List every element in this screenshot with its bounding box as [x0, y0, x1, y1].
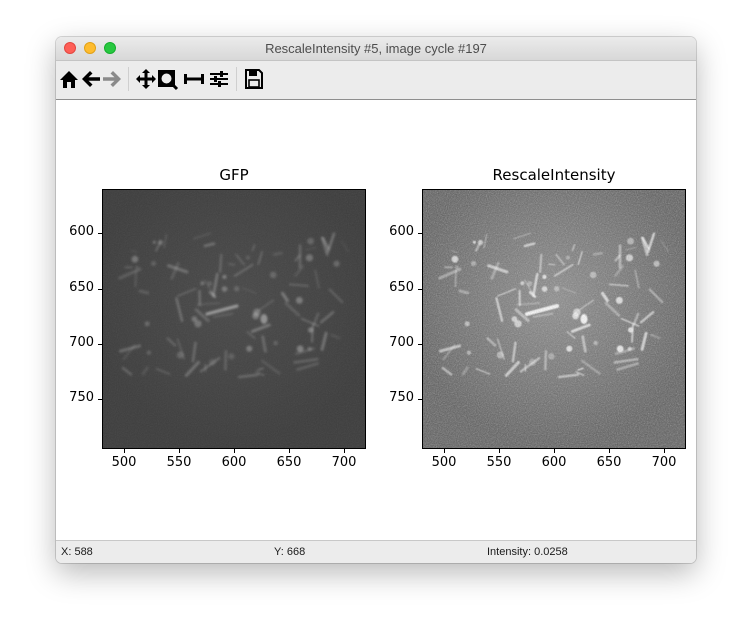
window-title: RescaleIntensity #5, image cycle #197 [265, 41, 487, 56]
x-tick-label: 500 [111, 455, 137, 470]
x-tick-label: 700 [331, 455, 357, 470]
microscopy-image [423, 190, 685, 448]
x-tick-label: 600 [541, 455, 567, 470]
x-tick-label: 500 [431, 455, 457, 470]
figure-canvas[interactable]: GFP RescaleIntensity 500 550 600 650 700 600 6… [56, 100, 696, 540]
back-icon [82, 71, 100, 87]
y-tick-mark [418, 399, 422, 401]
y-tick-mark [418, 343, 422, 345]
x-tick-label: 650 [276, 455, 302, 470]
y-tick-mark [98, 399, 102, 401]
y-tick-mark [418, 288, 422, 290]
x-tick-label: 550 [486, 455, 512, 470]
y-tick-mark [98, 343, 102, 345]
subplots-button[interactable] [183, 67, 205, 91]
status-bar: X: 588 Y: 668 Intensity: 0.0258 [56, 540, 696, 563]
x-tick-mark [344, 449, 345, 453]
pan-icon [136, 69, 156, 89]
save-icon [245, 69, 263, 89]
figure-window: RescaleIntensity #5, image cycle #197 GF… [56, 37, 696, 563]
status-y: Y: 668 [274, 546, 306, 558]
home-button[interactable] [58, 67, 80, 91]
y-tick-label: 700 [389, 334, 414, 350]
y-tick-mark [98, 288, 102, 290]
x-tick-label: 600 [221, 455, 247, 470]
forward-button[interactable] [101, 67, 123, 91]
plot-title-gfp: GFP [219, 166, 249, 184]
y-tick-label: 600 [69, 224, 94, 240]
pan-button[interactable] [135, 67, 157, 91]
x-tick-mark [664, 449, 665, 453]
y-tick-label: 750 [69, 390, 94, 406]
navigation-toolbar [56, 61, 696, 100]
y-tick-label: 650 [69, 279, 94, 295]
zoom-icon [158, 70, 179, 91]
y-tick-label: 650 [389, 279, 414, 295]
x-tick-mark [179, 449, 180, 453]
x-tick-mark [289, 449, 290, 453]
x-tick-mark [499, 449, 500, 453]
y-tick-mark [418, 233, 422, 235]
title-bar[interactable]: RescaleIntensity #5, image cycle #197 [56, 37, 696, 61]
y-tick-mark [98, 233, 102, 235]
configure-icon [210, 71, 228, 87]
gfp-image-axes[interactable] [102, 189, 366, 449]
rescale-image-axes[interactable] [422, 189, 686, 449]
x-tick-mark [609, 449, 610, 453]
save-button[interactable] [243, 67, 265, 91]
status-intensity: Intensity: 0.0258 [487, 546, 568, 558]
x-tick-mark [554, 449, 555, 453]
x-tick-label: 700 [651, 455, 677, 470]
x-tick-mark [444, 449, 445, 453]
status-x: X: 588 [61, 546, 93, 558]
toolbar-separator [128, 67, 129, 91]
x-tick-mark [124, 449, 125, 453]
microscopy-image [103, 190, 365, 448]
y-tick-label: 600 [389, 224, 414, 240]
forward-icon [103, 71, 121, 87]
subplots-icon [184, 74, 204, 84]
x-tick-label: 650 [596, 455, 622, 470]
back-button[interactable] [80, 67, 102, 91]
x-tick-mark [234, 449, 235, 453]
configure-button[interactable] [208, 67, 230, 91]
y-tick-label: 700 [69, 334, 94, 350]
zoom-button[interactable] [157, 67, 179, 91]
plot-title-rescale: RescaleIntensity [492, 166, 616, 184]
home-icon [60, 71, 78, 88]
y-tick-label: 750 [389, 390, 414, 406]
toolbar-separator [236, 67, 237, 91]
x-tick-label: 550 [166, 455, 192, 470]
